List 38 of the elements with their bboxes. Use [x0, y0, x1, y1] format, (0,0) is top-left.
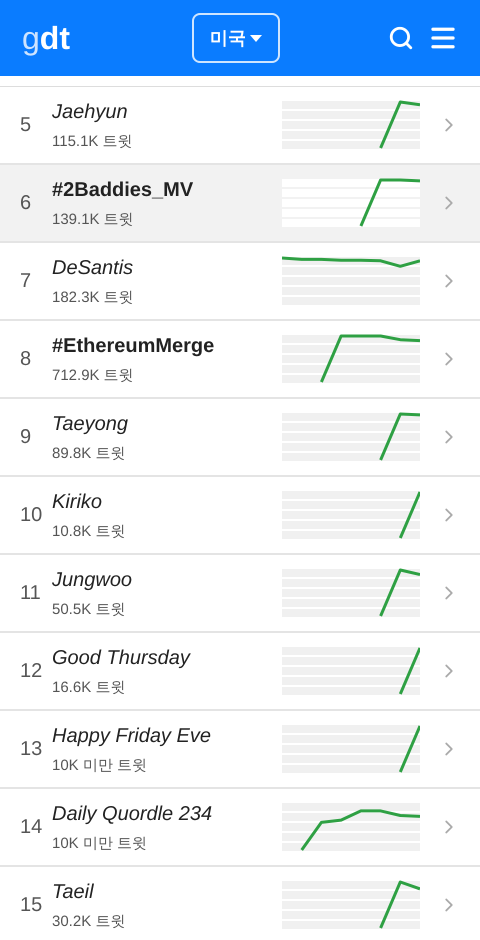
rank-number: 13 — [20, 737, 44, 762]
tweet-count: 10.8K 트윗 — [52, 522, 126, 542]
search-button[interactable] — [388, 25, 414, 51]
rank-number: 12 — [20, 659, 44, 684]
tweet-count: 712.9K 트윗 — [52, 366, 135, 386]
tweet-count: 50.5K 트윗 — [52, 600, 126, 620]
rank-number: 7 — [20, 269, 32, 294]
tweet-count: 16.6K 트윗 — [52, 678, 126, 698]
rank-number: 15 — [20, 893, 44, 918]
rank-number: 9 — [20, 425, 32, 450]
trend-name: Taeil — [52, 880, 95, 905]
tweet-count: 10K 미만 트윗 — [52, 756, 148, 776]
rank-number: 5 — [20, 113, 32, 138]
tweet-count: 115.1K 트윗 — [52, 132, 134, 152]
tweet-count: 139.1K 트윗 — [52, 210, 135, 230]
rank-number: 11 — [20, 581, 42, 606]
tweet-count: 30.2K 트윗 — [52, 912, 126, 932]
trend-name: #2Baddies_MV — [52, 178, 194, 203]
trend-name: Taeyong — [52, 412, 129, 437]
logo[interactable]: gdt — [22, 22, 192, 54]
trend-name: #EthereumMerge — [52, 334, 216, 359]
rank-number: 14 — [20, 815, 44, 840]
tweet-count: 182.3K 트윗 — [52, 288, 135, 308]
trend-name: Good Thursday — [52, 646, 192, 671]
rank-number: 10 — [20, 503, 44, 528]
tweet-count: 89.8K 트윗 — [52, 444, 126, 464]
trend-name: Happy Friday Eve — [52, 724, 212, 749]
rank-number: 6 — [20, 191, 32, 216]
caret-icon — [250, 34, 262, 42]
trend-name: Jaehyun — [52, 100, 129, 125]
trend-row[interactable]: 6 #2Baddies_MV 139.1K 트윗 — [0, 165, 480, 243]
country-dropdown[interactable]: 미국 — [192, 13, 280, 63]
trend-name: Jungwoo — [52, 568, 134, 593]
trend-name: Kiriko — [52, 490, 104, 515]
rank-number: 8 — [20, 347, 32, 372]
trend-name: Daily Quordle 234 — [52, 802, 214, 827]
trend-name: DeSantis — [52, 256, 134, 281]
tweet-count: 10K 미만 트윗 — [52, 834, 148, 854]
